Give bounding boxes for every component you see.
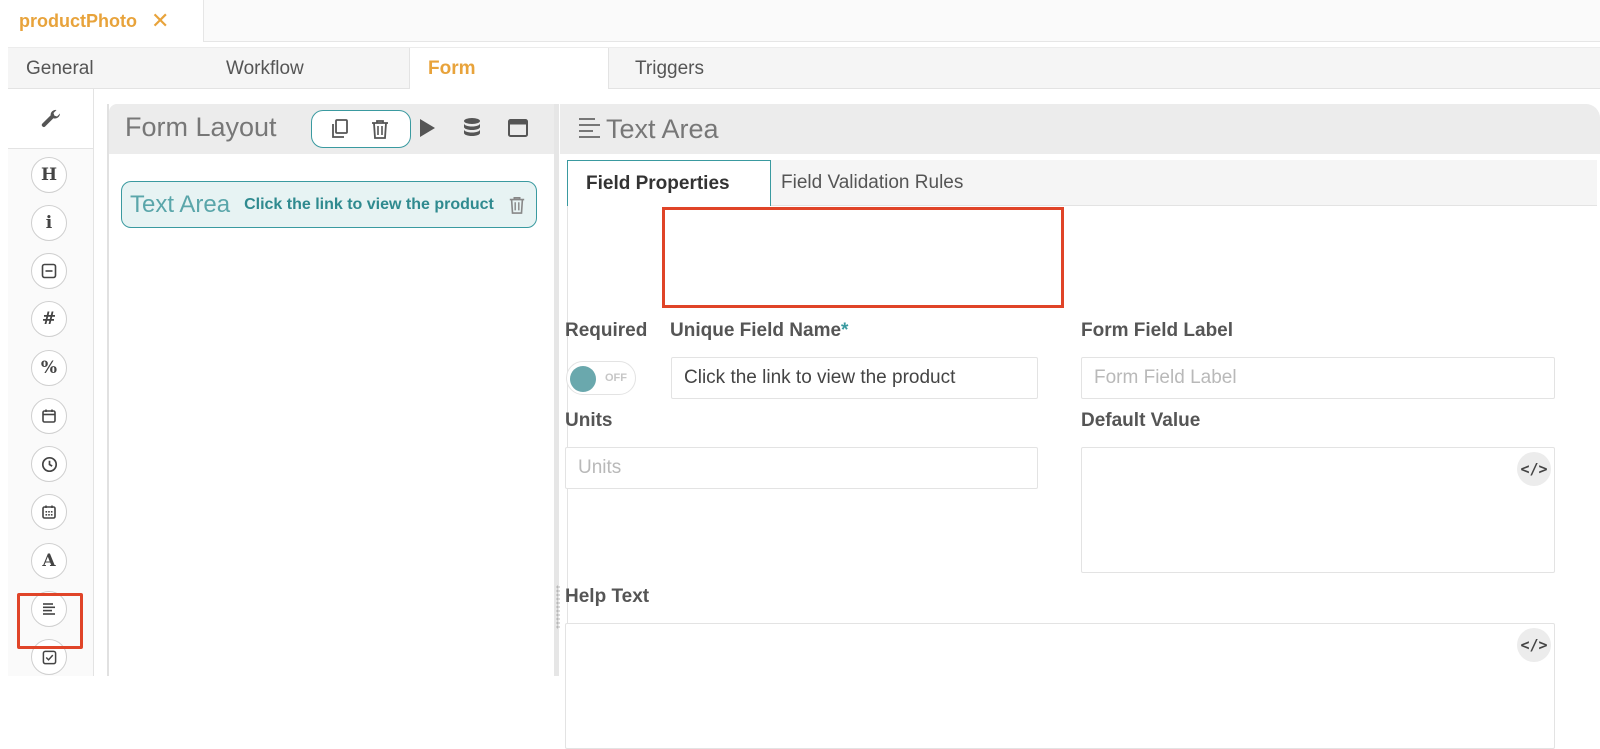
toggle-knob [570,366,596,392]
form-layout-panel: Form Layout Text Area Click the link to … [107,104,559,676]
required-toggle[interactable]: OFF [566,361,636,395]
field-toolbar: H i # % A [8,89,94,676]
trash-icon[interactable] [370,118,390,145]
properties-header: Text Area [560,104,1600,154]
field-item-type: Text Area [130,190,231,218]
required-label: Required [565,320,648,341]
text-area-tool-highlight [17,593,83,649]
unique-field-name-input[interactable]: Click the link to view the product [671,357,1038,399]
help-text-label: Help Text [565,586,650,607]
field-properties-panel: Text Area Field Properties Field Validat… [560,104,1600,749]
unique-field-name-label: Unique Field Name* [670,320,849,341]
database-icon[interactable] [461,117,483,144]
default-value-label: Default Value [1081,410,1201,431]
properties-tab-bar: Field Properties Field Validation Rules [567,160,1597,206]
help-text-textarea[interactable]: </> [565,623,1555,749]
tab-field-properties[interactable]: Field Properties [567,160,771,206]
tab-workflow[interactable]: Workflow [208,48,408,89]
wrench-icon[interactable] [8,89,93,149]
units-input[interactable]: Units [565,447,1038,489]
units-label: Units [565,410,613,431]
layout-action-group [311,110,411,148]
form-layout-title: Form Layout [125,112,277,142]
field-item-name: Click the link to view the product [244,195,494,213]
text-icon[interactable]: A [31,543,67,579]
tab-triggers[interactable]: Triggers [609,48,809,89]
tab-general[interactable]: General [8,48,208,89]
code-icon[interactable]: </> [1517,628,1551,662]
close-icon[interactable]: ✕ [151,10,169,32]
separator-icon[interactable] [31,253,67,289]
date-icon[interactable] [31,398,67,434]
percent-icon[interactable]: % [31,350,67,386]
form-field-label-label: Form Field Label [1081,320,1234,341]
info-icon[interactable]: i [31,205,67,241]
unique-field-name-highlight [662,207,1064,308]
form-field-item[interactable]: Text Area Click the link to view the pro… [121,181,537,228]
toggle-state: OFF [605,372,627,384]
heading-icon[interactable]: H [31,157,67,193]
clock-icon[interactable] [31,446,67,482]
copy-icon[interactable] [330,118,350,145]
code-icon[interactable]: </> [1517,452,1551,486]
play-icon[interactable] [417,117,437,144]
document-tab-bar: productPhoto ✕ [0,0,1600,42]
required-marker: * [841,320,849,341]
document-tab[interactable]: productPhoto ✕ [0,0,204,42]
form-field-label-input[interactable]: Form Field Label [1081,357,1555,399]
default-value-textarea[interactable]: </> [1081,447,1555,573]
tab-form[interactable]: Form [409,48,609,89]
number-icon[interactable]: # [31,301,67,337]
window-icon[interactable] [507,117,529,144]
document-tab-title: productPhoto [19,10,137,31]
properties-title: Text Area [606,113,719,144]
section-tab-bar: General Workflow Form Triggers [8,47,1600,89]
tab-field-validation-rules[interactable]: Field Validation Rules [781,160,963,206]
field-trash-icon[interactable] [508,194,526,221]
form-layout-header: Form Layout [109,104,559,154]
datetime-icon[interactable] [31,494,67,530]
text-area-icon [578,116,602,143]
